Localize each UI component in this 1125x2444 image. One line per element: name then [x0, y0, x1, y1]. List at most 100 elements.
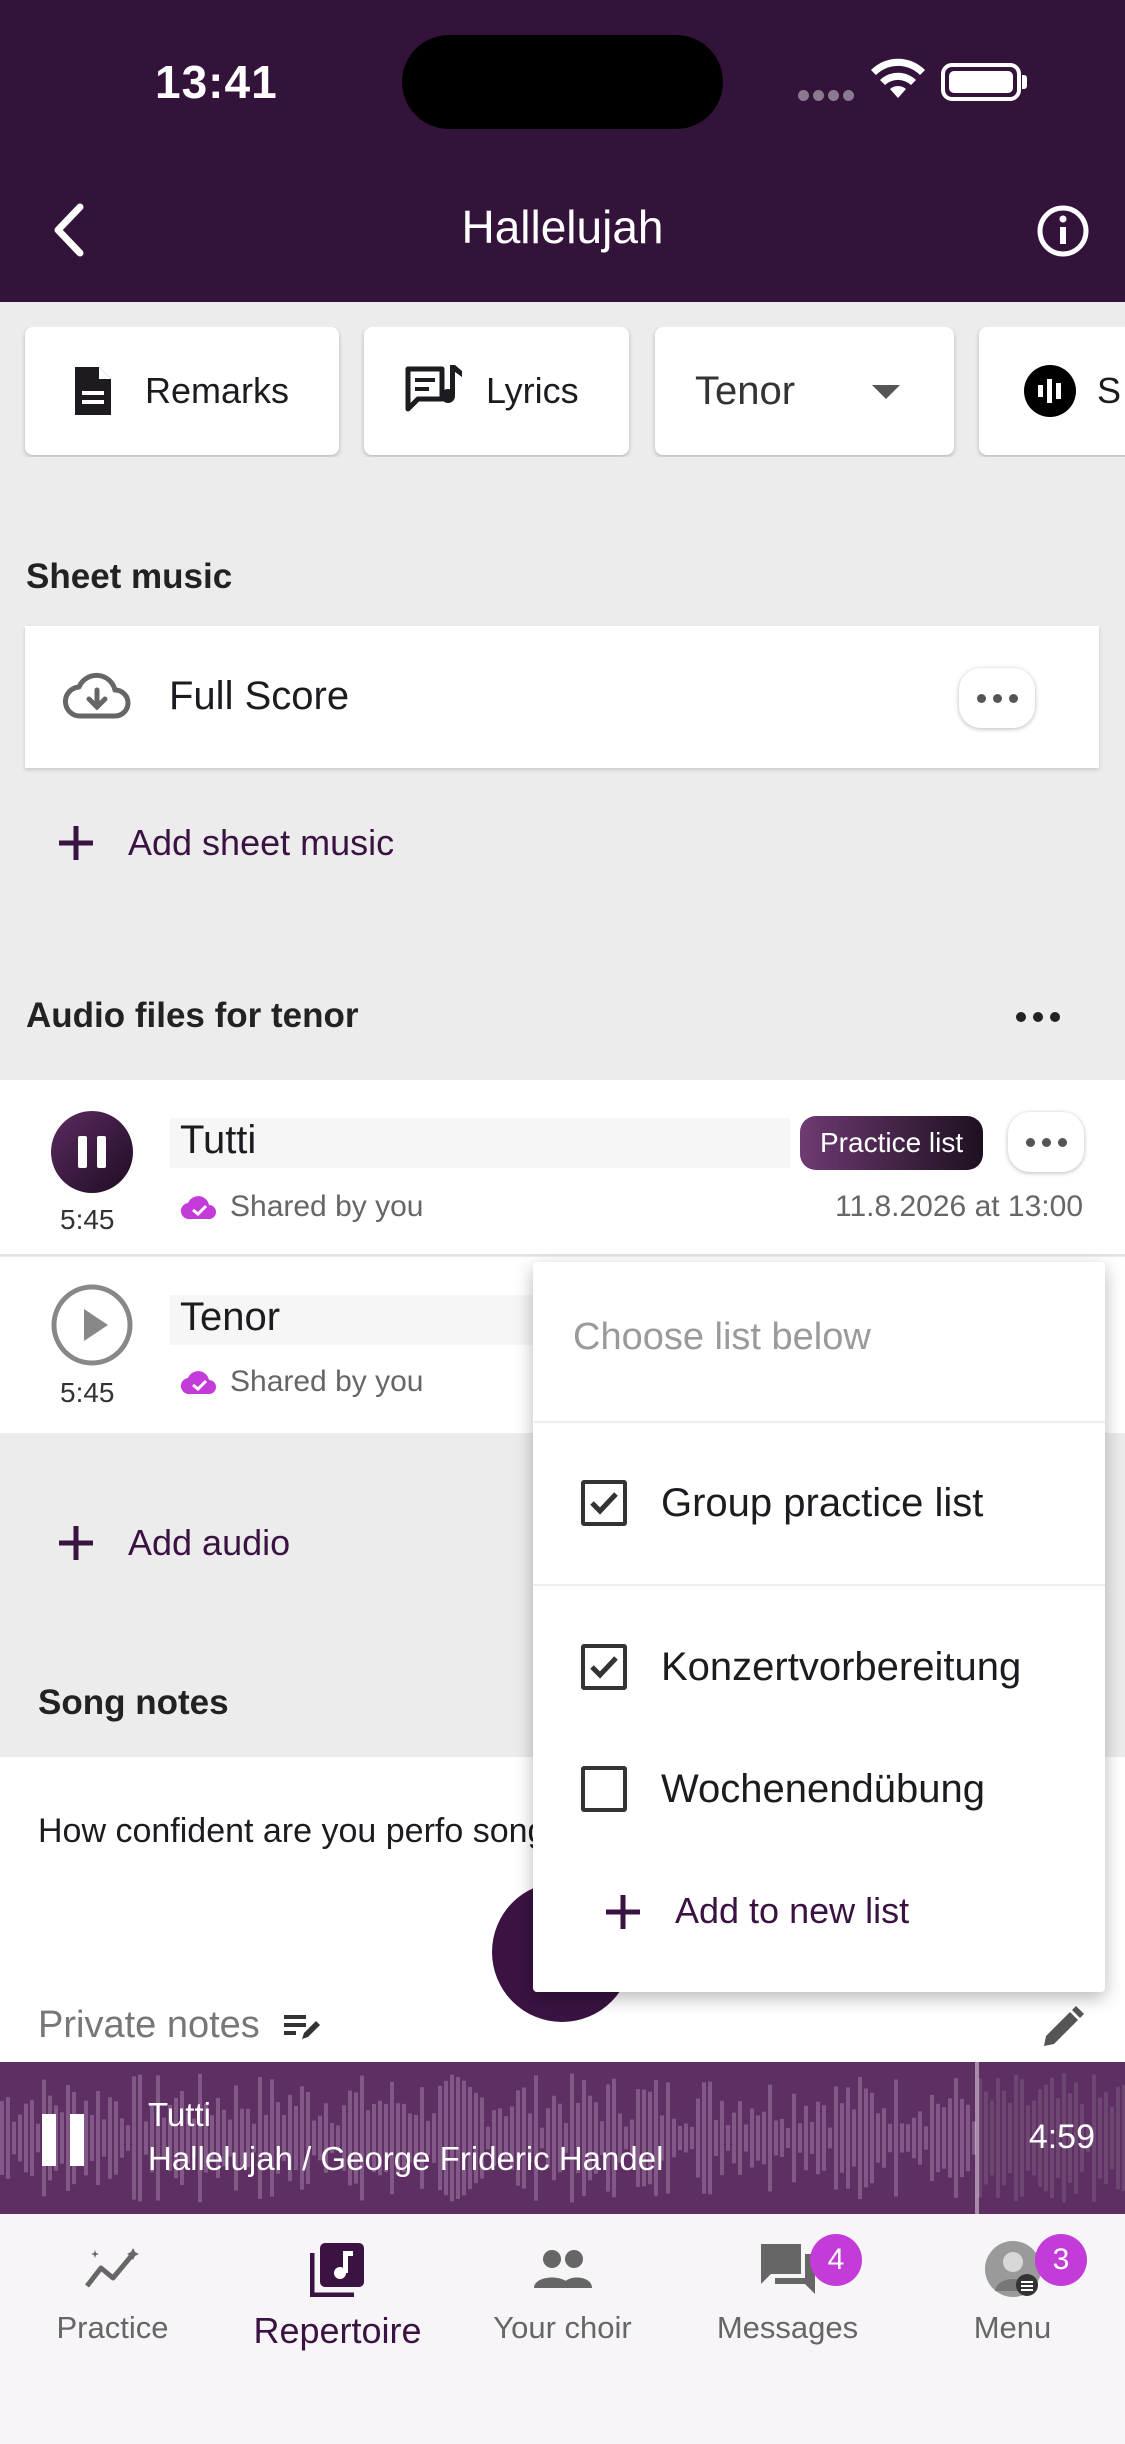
sheet-more-button[interactable]	[959, 668, 1035, 728]
waveform-bar	[966, 2104, 970, 2172]
plus-icon	[59, 1526, 93, 1560]
add-to-new-list-label: Add to new list	[675, 1890, 910, 1931]
waveform-bar	[1020, 2079, 1024, 2197]
audio-row[interactable]: 5:45 Tutti Practice list Shared by you 1…	[0, 1080, 1125, 1256]
waveform-bar	[774, 2120, 778, 2156]
speaker-label: S	[1097, 370, 1122, 411]
waveform-bar	[816, 2101, 820, 2175]
waveform-bar	[768, 2084, 772, 2192]
waveform-bar	[858, 2076, 862, 2200]
menu-item-konzert[interactable]: Konzertvorbereitung	[533, 1612, 1105, 1722]
waveform-bar	[24, 2103, 28, 2173]
sheet-music-item[interactable]: Full Score	[25, 626, 1099, 768]
waveform-bar	[864, 2088, 868, 2188]
waveform-bar	[738, 2101, 742, 2175]
waveform-bar	[990, 2100, 994, 2176]
checkbox-checked-icon[interactable]	[581, 1480, 627, 1526]
waveform-bar	[156, 2075, 160, 2201]
document-icon	[75, 367, 111, 415]
menu-item-group-practice[interactable]: Group practice list	[533, 1448, 1105, 1558]
practice-list-badge[interactable]: Practice list	[800, 1116, 984, 1170]
nav-item-practice[interactable]: Practice	[0, 2234, 225, 2346]
plus-icon	[606, 1895, 640, 1929]
remarks-button[interactable]: Remarks	[25, 327, 339, 455]
waveform-bar	[582, 2080, 586, 2196]
cloud-check-icon	[180, 1196, 216, 1220]
checkbox-checked-icon[interactable]	[581, 1644, 627, 1690]
nav-item-messages[interactable]: 4 Messages	[675, 2234, 900, 2346]
audio-duration: 5:45	[60, 1204, 115, 1235]
pause-icon[interactable]	[50, 1110, 134, 1194]
waveform-bar	[108, 2097, 112, 2179]
audio-title: Tenor	[180, 1295, 281, 1339]
battery-cap	[1022, 75, 1027, 89]
waveform-bar	[708, 2081, 712, 2195]
menu-divider	[533, 1421, 1105, 1423]
action-chips: Remarks Lyrics Tenor S	[0, 327, 1125, 457]
waveform-bar	[1104, 2092, 1108, 2184]
cloud-check-icon	[180, 1371, 216, 1395]
waveform-bar	[882, 2108, 886, 2168]
menu-item-label: Group practice list	[661, 1480, 984, 1525]
waveform-bar	[984, 2091, 988, 2185]
nav-item-your-choir[interactable]: Your choir	[450, 2234, 675, 2346]
waveform-bar	[930, 2094, 934, 2182]
pencil-icon[interactable]	[1038, 2004, 1086, 2052]
waveform-bar	[924, 2126, 928, 2150]
menu-item-wochenend[interactable]: Wochenendübung	[533, 1734, 1105, 1844]
mini-player[interactable]: Tutti Hallelujah / George Frideric Hande…	[0, 2062, 1125, 2214]
waveform-bar	[852, 2109, 856, 2167]
waveform-bar	[834, 2086, 838, 2190]
waveform	[0, 2073, 1125, 2203]
waveform-bar	[12, 2121, 16, 2155]
info-icon[interactable]	[1036, 204, 1090, 258]
menu-heading: Choose list below	[573, 1316, 871, 1358]
shared-label: Shared by you	[230, 1365, 424, 1398]
waveform-bar	[444, 2080, 448, 2196]
waveform-bar	[360, 2075, 364, 2201]
waveform-bar	[840, 2103, 844, 2173]
audio-title: Tutti	[180, 1118, 257, 1162]
audio-more-button[interactable]	[1008, 1112, 1084, 1172]
waveform-bar	[1110, 2106, 1114, 2170]
lyrics-label: Lyrics	[486, 370, 579, 411]
play-icon[interactable]	[50, 1283, 134, 1367]
waveform-bar	[702, 2082, 706, 2194]
waveform-bar	[894, 2079, 898, 2197]
waveform-bar	[846, 2087, 850, 2189]
waveform-bar	[948, 2098, 952, 2178]
nav-item-menu[interactable]: 3 Menu	[900, 2234, 1125, 2346]
nav-label: Messages	[716, 2310, 859, 2345]
player-pause-icon[interactable]	[42, 2114, 98, 2171]
waveform-bar	[744, 2124, 748, 2152]
playhead[interactable]	[975, 2062, 979, 2214]
private-notes-label[interactable]: Private notes	[38, 2004, 322, 2047]
chat-icon	[675, 2234, 900, 2304]
waveform-bar	[1008, 2102, 1012, 2174]
speaker-button[interactable]: S	[979, 327, 1125, 455]
waveform-bar	[906, 2124, 910, 2152]
waveform-bar	[36, 2123, 40, 2153]
checkbox-empty-icon[interactable]	[581, 1766, 627, 1812]
confidence-question: How confident are you perfo song?	[38, 1812, 566, 1850]
waveform-bar	[822, 2105, 826, 2171]
waveform-bar	[810, 2122, 814, 2154]
waveform-bar	[900, 2123, 904, 2153]
waveform-bar	[612, 2078, 616, 2198]
nav-label: Practice	[56, 2310, 169, 2345]
voice-select[interactable]: Tenor	[655, 327, 954, 455]
waveform-bar	[780, 2118, 784, 2158]
waveform-bar	[996, 2078, 1000, 2198]
waveform-bar	[690, 2126, 694, 2150]
shared-label: Shared by you	[230, 1190, 424, 1223]
add-to-new-list-button[interactable]: Add to new list	[533, 1856, 1105, 1966]
nav-item-repertoire[interactable]: Repertoire	[225, 2234, 450, 2352]
waveform-bar	[30, 2100, 34, 2176]
signal-icon	[798, 88, 858, 106]
waveform-bar	[462, 2080, 466, 2196]
audio-more-icon[interactable]	[1016, 1012, 1060, 1022]
lyrics-button[interactable]: Lyrics	[364, 327, 629, 455]
waveform-bar	[936, 2103, 940, 2173]
menu-badge: 3	[1035, 2234, 1087, 2286]
people-icon	[450, 2234, 675, 2304]
